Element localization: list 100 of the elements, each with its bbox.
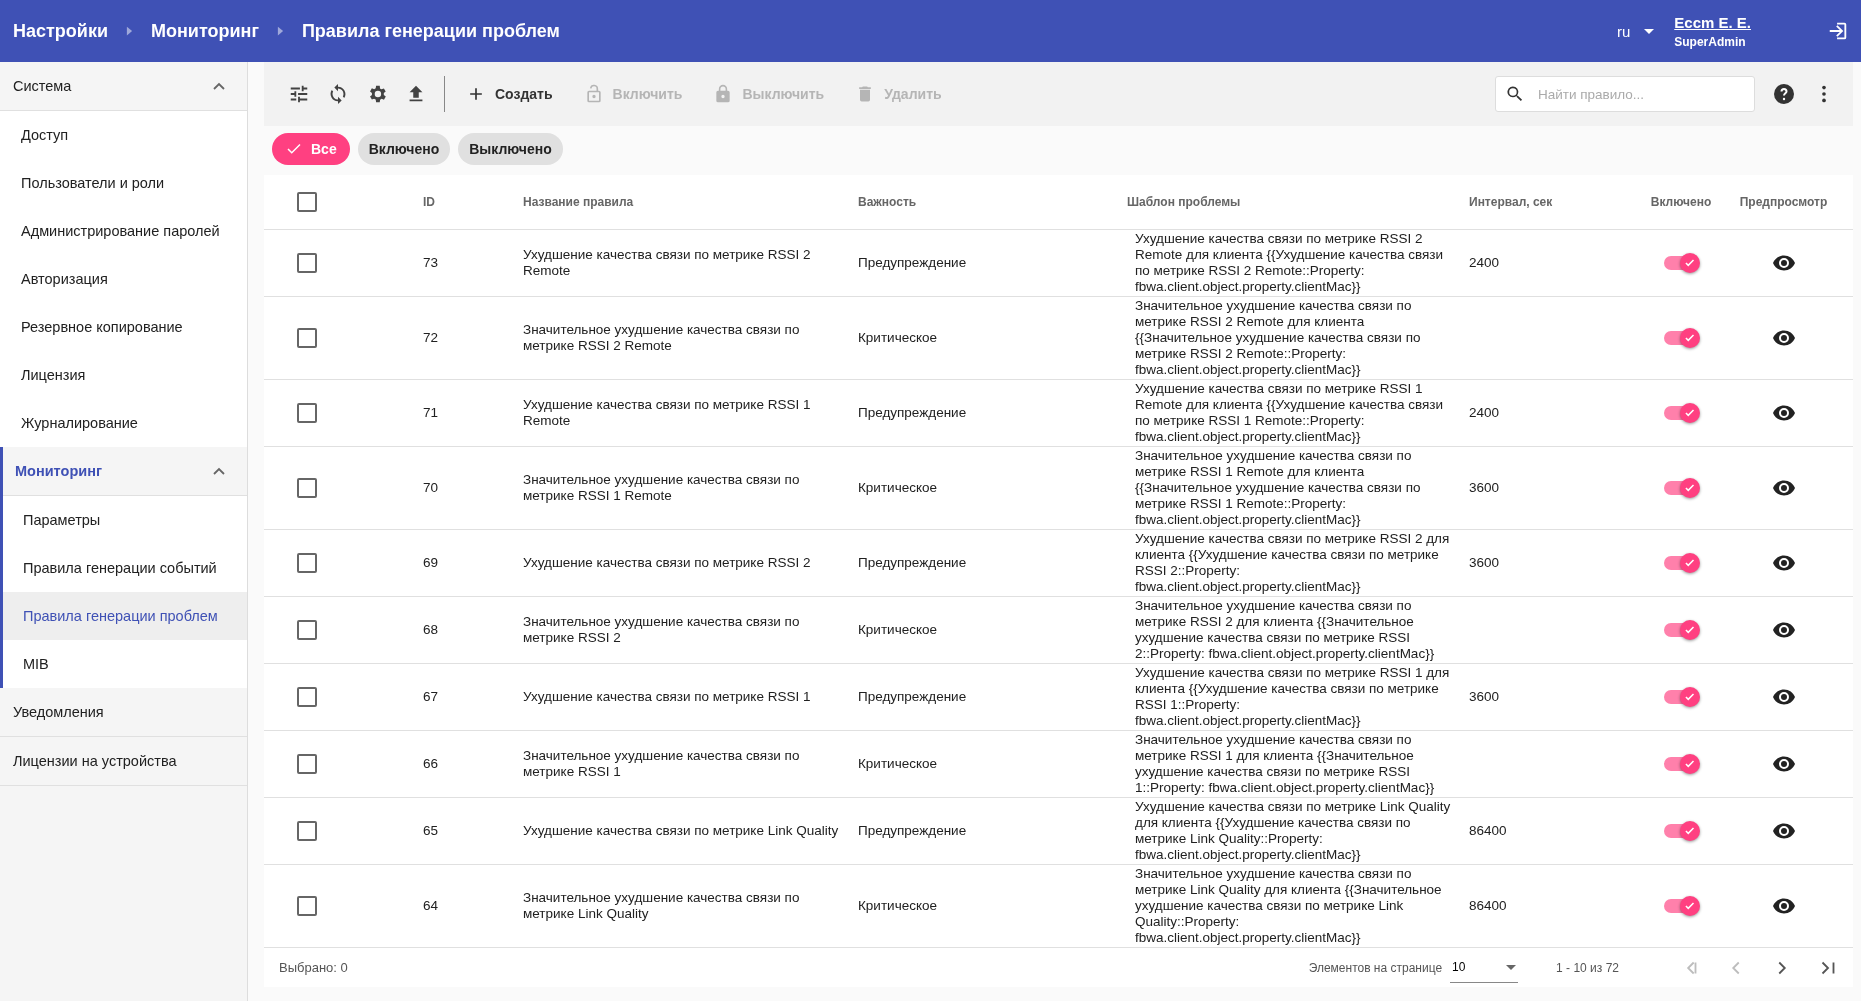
table-cell: 65 bbox=[423, 823, 439, 839]
table-cell-text: Ухудшение качества связи по метрике RSSI 1 Remote bbox=[523, 397, 812, 429]
toggle-switch[interactable] bbox=[1662, 401, 1700, 425]
table-cell-text: Ухудшение качества связи по метрике Link Quality для клиента {{Ухудшение качества связи по метрике Link Quality::Property: fbwa.client.object.property.clientMac}} bbox=[1135, 799, 1452, 863]
table-cell-text: Ухудшение качества связи по метрике RSSI 1 для клиента {{Ухудшение качества связи по метрике RSSI 1::Property: fbwa.client.object.property.clientMac}} bbox=[1135, 665, 1451, 729]
filter-chip[interactable]: Включено bbox=[357, 133, 451, 165]
language-selector[interactable]: ru bbox=[1616, 22, 1655, 40]
table-cell: 72 bbox=[423, 330, 439, 346]
table-cell: 2400 bbox=[1469, 255, 1500, 271]
table-cell: 66 bbox=[423, 756, 439, 772]
table-cell: Критическое bbox=[858, 756, 937, 772]
row-checkbox[interactable] bbox=[297, 620, 317, 640]
column-header: Включено bbox=[1650, 194, 1712, 210]
table-cell: 70 bbox=[423, 480, 439, 496]
sliders-icon[interactable] bbox=[288, 83, 310, 105]
table-cell: Критическое bbox=[858, 622, 937, 638]
page-size-label: Элементов на странице bbox=[1308, 960, 1443, 975]
table-cell: Ухудшение качества связи по метрике RSSI 2 bbox=[523, 555, 811, 571]
table-cell: Критическое bbox=[858, 330, 937, 346]
row-checkbox[interactable] bbox=[297, 403, 317, 423]
table-cell-text: Ухудшение качества связи по метрике RSSI 2 для клиента {{Ухудшение качества связи по метрике RSSI 2::Property: fbwa.client.object.property.clientMac}} bbox=[1135, 531, 1451, 595]
breadcrumb-link[interactable]: Настройки bbox=[13, 20, 108, 42]
table-cell-text: Значительное ухудшение качества связи по метрике Link Quality для клиента {{Значительное ухудшение качества связи по метрике Link Quality::Property: fbwa.client.object.property.clientMac}} bbox=[1135, 866, 1443, 946]
user-name-link[interactable]: Eccm E. E. bbox=[1674, 13, 1751, 31]
column-header: ID bbox=[423, 194, 435, 210]
table-cell: Предупреждение bbox=[858, 689, 967, 705]
table-cell: Предупреждение bbox=[858, 405, 967, 421]
sidebar-section[interactable]: Лицензии на устройства bbox=[0, 737, 247, 786]
create-button[interactable]: Создать bbox=[466, 84, 567, 104]
table-cell: Предупреждение bbox=[858, 555, 967, 571]
toggle-switch[interactable] bbox=[1662, 685, 1700, 709]
row-checkbox[interactable] bbox=[297, 687, 317, 707]
row-checkbox[interactable] bbox=[297, 253, 317, 273]
caret-icon bbox=[1644, 28, 1655, 34]
toggle-switch[interactable] bbox=[1662, 752, 1700, 776]
row-checkbox[interactable] bbox=[297, 328, 317, 348]
table-cell: 71 bbox=[423, 405, 439, 421]
row-checkbox[interactable] bbox=[297, 553, 317, 573]
toggle-switch[interactable] bbox=[1662, 476, 1700, 500]
row-checkbox[interactable] bbox=[297, 754, 317, 774]
toggle-switch[interactable] bbox=[1662, 819, 1700, 843]
toggle-switch[interactable] bbox=[1662, 894, 1700, 918]
search-field[interactable]: Найти правило... bbox=[1495, 76, 1755, 112]
table-cell: 67 bbox=[423, 689, 439, 705]
table-cell-text: Значительное ухудшение качества связи по метрике RSSI 2 bbox=[523, 614, 801, 646]
table-cell-text: Значительное ухудшение качества связи по метрике RSSI 1 Remote для клиента {{Значительное ухудшение качества связи по метрике RSSI 1 Remote::Property: fbwa.client.object.property.clientMac}} bbox=[1135, 448, 1422, 528]
table-cell-text: Значительное ухудшение качества связи по метрике Link Quality bbox=[523, 890, 801, 922]
table-cell-text: Значительное ухудшение качества связи по метрике RSSI 1 Remote bbox=[523, 472, 801, 504]
help-icon[interactable] bbox=[1772, 82, 1796, 106]
table-cell-text: Значительное ухудшение качества связи по метрике RSSI 2 для клиента {{Значительное ухудшение качества связи по метрике RSSI 2::Property: fbwa.client.object.property.clientMac}} bbox=[1135, 598, 1436, 662]
chevron-icon bbox=[276, 26, 284, 36]
row-checkbox[interactable] bbox=[297, 821, 317, 841]
page-range: 1 - 10 из 72 bbox=[1556, 960, 1619, 975]
table-cell: Предупреждение bbox=[858, 823, 967, 839]
search-icon bbox=[1505, 84, 1525, 104]
user-role: SuperAdmin bbox=[1674, 34, 1747, 49]
table-cell: Критическое bbox=[858, 898, 937, 914]
filter-chip[interactable]: Выключено bbox=[458, 133, 563, 165]
chevron-icon bbox=[213, 82, 225, 90]
selected-count: Выбрано: 0 bbox=[279, 960, 348, 975]
table-cell: 64 bbox=[423, 898, 439, 914]
chevron-icon bbox=[125, 26, 133, 36]
table-cell: 68 bbox=[423, 622, 439, 638]
table-cell: Ухудшение качества связи по метрике RSSI 1 bbox=[523, 689, 811, 705]
table-cell: 69 bbox=[423, 555, 439, 571]
select-all-checkbox[interactable] bbox=[297, 192, 317, 212]
logout-icon[interactable] bbox=[1827, 20, 1849, 42]
toggle-switch[interactable] bbox=[1662, 551, 1700, 575]
table-cell: 86400 bbox=[1469, 898, 1507, 914]
table-cell-text: Ухудшение качества связи по метрике RSSI 1 Remote для клиента {{Ухудшение качества связи по метрике RSSI 1 Remote::Property: fbwa.client.object.property.clientMac}} bbox=[1135, 381, 1445, 445]
toggle-switch[interactable] bbox=[1662, 251, 1700, 275]
toggle-switch[interactable] bbox=[1662, 326, 1700, 350]
table-cell: 3600 bbox=[1469, 555, 1500, 571]
toggle-switch[interactable] bbox=[1662, 618, 1700, 642]
column-header: Интервал, сек bbox=[1469, 194, 1553, 210]
table-cell-text: Ухудшение качества связи по метрике RSSI 2 Remote для клиента {{Ухудшение качества связи по метрике RSSI 2 Remote::Property: fbwa.client.object.property.clientMac}} bbox=[1135, 231, 1445, 295]
column-header: Шаблон проблемы bbox=[1127, 194, 1241, 210]
table-cell: Ухудшение качества связи по метрике Link Quality bbox=[523, 823, 839, 839]
row-checkbox[interactable] bbox=[297, 478, 317, 498]
table-cell-text: Значительное ухудшение качества связи по метрике RSSI 2 Remote для клиента {{Значительное ухудшение качества связи по метрике RSSI 2 Remote::Property: fbwa.client.object.property.clientMac}} bbox=[1135, 298, 1422, 378]
table-cell: 86400 bbox=[1469, 823, 1507, 839]
column-header: Важность bbox=[858, 194, 917, 210]
table-cell-text: Значительное ухудшение качества связи по метрике RSSI 2 Remote bbox=[523, 322, 801, 354]
breadcrumb-link[interactable]: Мониторинг bbox=[150, 20, 259, 42]
table-cell: Критическое bbox=[858, 480, 937, 496]
sidebar-section[interactable]: Мониторинг bbox=[3, 447, 247, 496]
table-cell: 73 bbox=[423, 255, 439, 271]
page-size-select[interactable]: 10 bbox=[1450, 952, 1519, 983]
column-header: Название правила bbox=[523, 194, 634, 210]
row-checkbox[interactable] bbox=[297, 896, 317, 916]
table-cell-text: Значительное ухудшение качества связи по метрике RSSI 1 для клиента {{Значительное ухудшение качества связи по метрике RSSI 1::Property: fbwa.client.object.property.clientMac}} bbox=[1135, 732, 1436, 796]
table-cell-text: Ухудшение качества связи по метрике RSSI 2 Remote bbox=[523, 247, 812, 279]
sidebar-section[interactable]: Система bbox=[0, 62, 247, 111]
table-cell: 2400 bbox=[1469, 405, 1500, 421]
sidebar-section[interactable]: Уведомления bbox=[0, 688, 247, 737]
table-cell: 3600 bbox=[1469, 689, 1500, 705]
sidebar-item[interactable]: Правила генерации проблем bbox=[3, 592, 247, 640]
column-header: Предпросмотр bbox=[1739, 194, 1828, 210]
chevron-icon bbox=[213, 467, 225, 475]
caret-icon bbox=[1506, 964, 1517, 970]
